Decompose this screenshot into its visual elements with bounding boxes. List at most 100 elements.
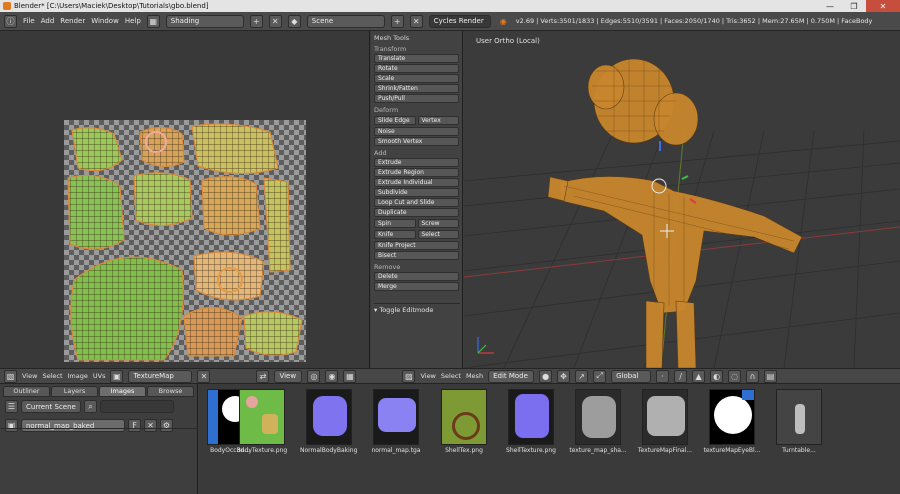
thumbnail-item[interactable]: ShellTexture.png <box>502 389 560 462</box>
extrude-individual-button[interactable]: Extrude Individual <box>374 178 459 187</box>
face-select-icon[interactable]: ▲ <box>692 369 706 383</box>
toggle-editmode-panel[interactable]: ▾ Toggle Editmode <box>374 303 460 314</box>
scene-stats: v2.69 | Verts:3501/1833 | Edges:5510/359… <box>515 17 873 25</box>
view3d-menu-mesh[interactable]: Mesh <box>466 372 483 380</box>
snap-magnet-icon[interactable]: ∩ <box>746 369 760 383</box>
slide-edge-button[interactable]: Slide Edge <box>374 116 416 125</box>
pivot-icon[interactable]: ◎ <box>307 369 321 383</box>
thumbnail-item[interactable]: Turntable... <box>770 389 828 462</box>
merge-button[interactable]: Merge <box>374 282 459 291</box>
vertex-select-icon[interactable]: · <box>656 369 670 383</box>
image-options-icon[interactable]: ⚙ <box>160 419 173 432</box>
translate-manipulator-icon[interactable]: ⤢ <box>593 369 607 383</box>
thumbnail-item[interactable]: ShellTex.png <box>435 389 493 462</box>
remove-scene-icon[interactable]: ✕ <box>409 14 423 28</box>
extrude-button[interactable]: Extrude <box>374 158 459 167</box>
delete-button[interactable]: Delete <box>374 272 459 281</box>
orientation-selector[interactable]: Global <box>611 369 652 383</box>
thumbnail-item[interactable]: BodyTexture.png <box>233 389 291 462</box>
tab-browse[interactable]: Browse <box>147 386 194 397</box>
screw-button[interactable]: Screw <box>417 219 459 228</box>
close-button[interactable]: ✕ <box>866 0 900 12</box>
uv-view-selector[interactable]: View <box>274 369 303 383</box>
menu-window[interactable]: Window <box>91 17 119 25</box>
menu-render[interactable]: Render <box>60 17 85 25</box>
display-icon[interactable]: ▦ <box>343 369 357 383</box>
view3d-menu-select[interactable]: Select <box>441 372 461 380</box>
edge-select-icon[interactable]: / <box>674 369 688 383</box>
minimize-button[interactable]: — <box>818 0 842 12</box>
image-name-field[interactable]: normal_map_baked <box>21 419 125 432</box>
uv-menu-select[interactable]: Select <box>42 372 62 380</box>
uv-menu-image[interactable]: Image <box>68 372 88 380</box>
search-icon[interactable]: ⌕ <box>84 400 97 413</box>
search-input[interactable] <box>100 400 174 413</box>
scene-selector[interactable]: Scene <box>306 14 385 28</box>
tab-outliner[interactable]: Outliner <box>3 386 50 397</box>
pivot-point-icon[interactable]: ✥ <box>557 369 571 383</box>
render-engine-selector[interactable]: Cycles Render <box>428 14 491 28</box>
snap-icon[interactable]: ◉ <box>325 369 339 383</box>
loop-cut-button[interactable]: Loop Cut and Slide <box>374 198 459 207</box>
shrink-fatten-button[interactable]: Shrink/Fatten <box>374 84 459 93</box>
thumbnail-item[interactable]: NormalBodyBaking... <box>300 389 358 462</box>
occlude-icon[interactable]: ◐ <box>710 369 724 383</box>
menu-add[interactable]: Add <box>41 17 55 25</box>
add-layout-icon[interactable]: + <box>249 14 263 28</box>
knife-project-button[interactable]: Knife Project <box>374 241 459 250</box>
3d-viewport[interactable]: User Ortho (Local) <box>464 31 900 368</box>
uv-sync-icon[interactable]: ⇄ <box>256 369 270 383</box>
mode-selector[interactable]: Edit Mode <box>488 369 535 383</box>
spin-button[interactable]: Spin <box>374 219 416 228</box>
scene-icon[interactable]: ◆ <box>287 14 301 28</box>
menu-file[interactable]: File <box>23 17 35 25</box>
maximize-button[interactable]: ❐ <box>842 0 866 12</box>
thumbnail-item[interactable]: normal_map.tga <box>367 389 425 462</box>
uv-menu-uvs[interactable]: UVs <box>93 372 106 380</box>
image-icon[interactable]: ▣ <box>5 419 18 432</box>
uv-texture-canvas[interactable] <box>64 120 306 362</box>
push-pull-button[interactable]: Push/Pull <box>374 94 459 103</box>
noise-button[interactable]: Noise <box>374 127 459 136</box>
translate-button[interactable]: Translate <box>374 54 459 63</box>
subdivide-button[interactable]: Subdivide <box>374 188 459 197</box>
uv-image-selector[interactable]: TextureMap <box>128 369 193 383</box>
layout-grid-icon[interactable]: ▦ <box>146 14 160 28</box>
proportional-icon[interactable]: ◌ <box>728 369 742 383</box>
knife-button[interactable]: Knife <box>374 230 416 239</box>
view3d-menu-view[interactable]: View <box>420 372 435 380</box>
uv-image-editor[interactable] <box>0 31 370 368</box>
rotate-button[interactable]: Rotate <box>374 64 459 73</box>
smooth-vertex-button[interactable]: Smooth Vertex <box>374 137 459 146</box>
tab-images[interactable]: Images <box>99 386 146 397</box>
thumbnail-item[interactable]: textureMapEyeBl... <box>703 389 761 462</box>
outliner-type-icon[interactable]: ☰ <box>5 400 18 413</box>
scene-filter[interactable]: Current Scene <box>21 400 81 413</box>
uv-menu-view[interactable]: View <box>22 372 37 380</box>
duplicate-button[interactable]: Duplicate <box>374 208 459 217</box>
menu-help[interactable]: Help <box>125 17 141 25</box>
render-icon[interactable]: ▤ <box>764 369 778 383</box>
thumbnail-item[interactable]: texture_map_sha... <box>569 389 627 462</box>
uv-pin-icon[interactable]: ✕ <box>197 369 211 383</box>
knife-select-button[interactable]: Select <box>417 230 459 239</box>
editor-type-icon[interactable]: ⓘ <box>4 14 17 28</box>
tab-layers[interactable]: Layers <box>51 386 98 397</box>
scale-button[interactable]: Scale <box>374 74 459 83</box>
section-remove-title: Remove <box>374 263 401 271</box>
remove-image-icon[interactable]: ✕ <box>144 419 157 432</box>
thumbnail-item[interactable]: TextureMapFinal... <box>636 389 694 462</box>
extrude-region-button[interactable]: Extrude Region <box>374 168 459 177</box>
image-browse-icon[interactable]: ▣ <box>110 369 124 383</box>
shading-icon[interactable]: ● <box>539 369 553 383</box>
view3d-editor-type-icon[interactable]: ▨ <box>402 369 416 383</box>
uv-editor-type-icon[interactable]: ▧ <box>4 369 17 383</box>
fake-user-icon[interactable]: F <box>128 419 141 432</box>
layout-selector[interactable]: Shading <box>165 14 244 28</box>
manipulator-icon[interactable]: ↗ <box>575 369 589 383</box>
add-scene-icon[interactable]: + <box>390 14 404 28</box>
window-titlebar: Blender* [C:\Users\Maciek\Desktop\Tutori… <box>0 0 900 12</box>
bisect-button[interactable]: Bisect <box>374 251 459 260</box>
remove-layout-icon[interactable]: ✕ <box>268 14 282 28</box>
slide-vertex-button[interactable]: Vertex <box>417 116 459 125</box>
